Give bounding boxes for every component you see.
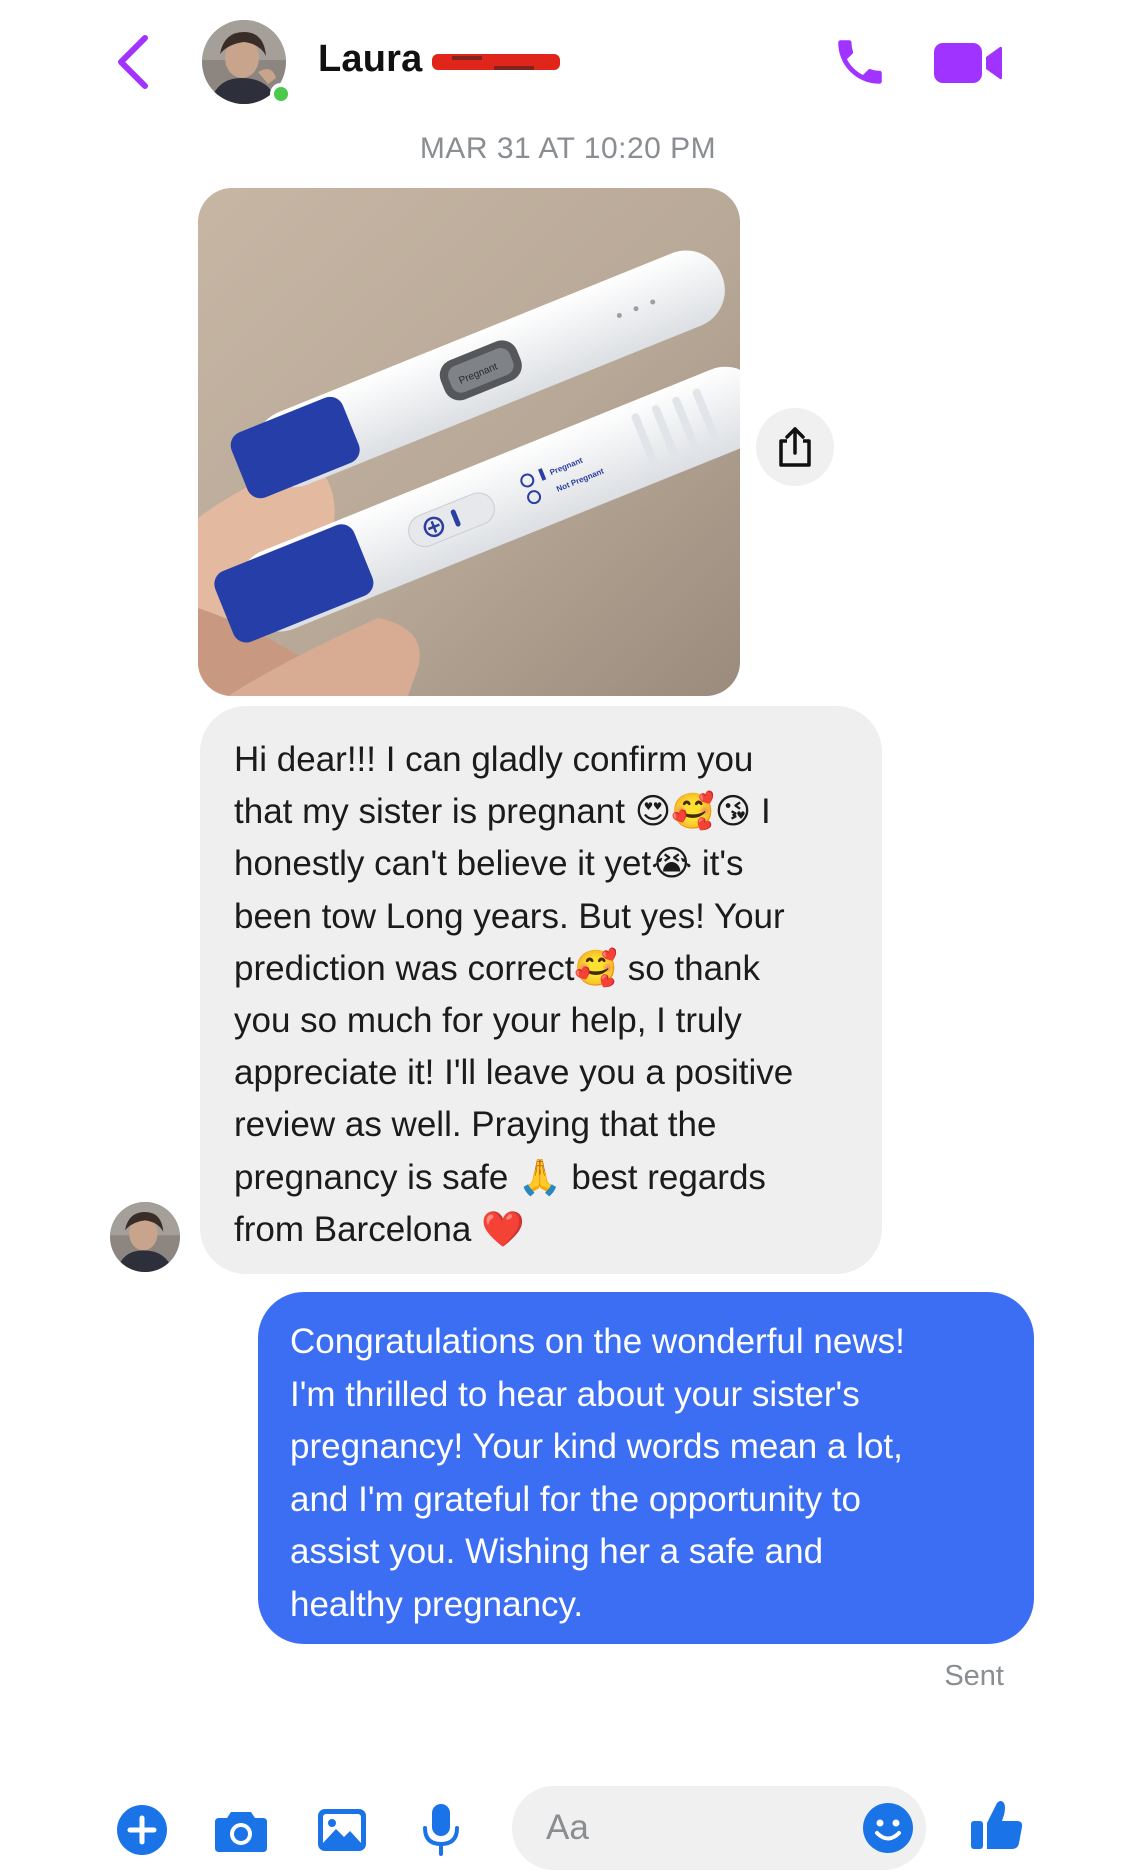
sent-message-text: Congratulations on the wonderful news! I… xyxy=(290,1322,905,1624)
chevron-left-icon xyxy=(118,35,148,89)
microphone-icon xyxy=(423,1804,459,1856)
message-timestamp: MAR 31 AT 10:20 PM xyxy=(419,132,717,165)
smiley-icon xyxy=(863,1803,913,1853)
more-actions-button[interactable] xyxy=(112,1800,172,1860)
voice-message-button[interactable] xyxy=(411,1800,471,1860)
call-button[interactable] xyxy=(828,30,892,94)
received-message-bubble[interactable]: Hi dear!!! I can gladly confirm you that… xyxy=(200,706,882,1274)
sender-avatar[interactable] xyxy=(110,1202,180,1272)
camera-button[interactable] xyxy=(211,1800,271,1860)
like-button[interactable] xyxy=(964,1792,1030,1858)
share-button[interactable] xyxy=(756,408,834,486)
redaction-mark xyxy=(432,54,560,70)
image-icon xyxy=(318,1809,366,1851)
thumbs-up-icon xyxy=(971,1801,1023,1849)
emoji-button[interactable] xyxy=(858,1798,918,1858)
received-message-text: Hi dear!!! I can gladly confirm you that… xyxy=(234,740,794,1249)
share-icon xyxy=(779,427,811,467)
sent-message-bubble[interactable]: Congratulations on the wonderful news! I… xyxy=(258,1292,1034,1644)
contact-name[interactable]: Laura xyxy=(318,38,422,81)
video-call-button[interactable] xyxy=(930,36,1006,90)
phone-icon xyxy=(838,40,882,84)
gallery-button[interactable] xyxy=(312,1800,372,1860)
plus-circle-icon xyxy=(117,1805,167,1855)
sent-status: Sent xyxy=(944,1660,1004,1692)
back-button[interactable] xyxy=(108,30,158,94)
online-status-indicator xyxy=(270,83,292,105)
video-camera-icon xyxy=(934,43,1002,83)
camera-icon xyxy=(215,1812,267,1852)
pregnancy-test-photo[interactable]: Pregnant Pregnant Not Pregnant xyxy=(198,188,740,696)
